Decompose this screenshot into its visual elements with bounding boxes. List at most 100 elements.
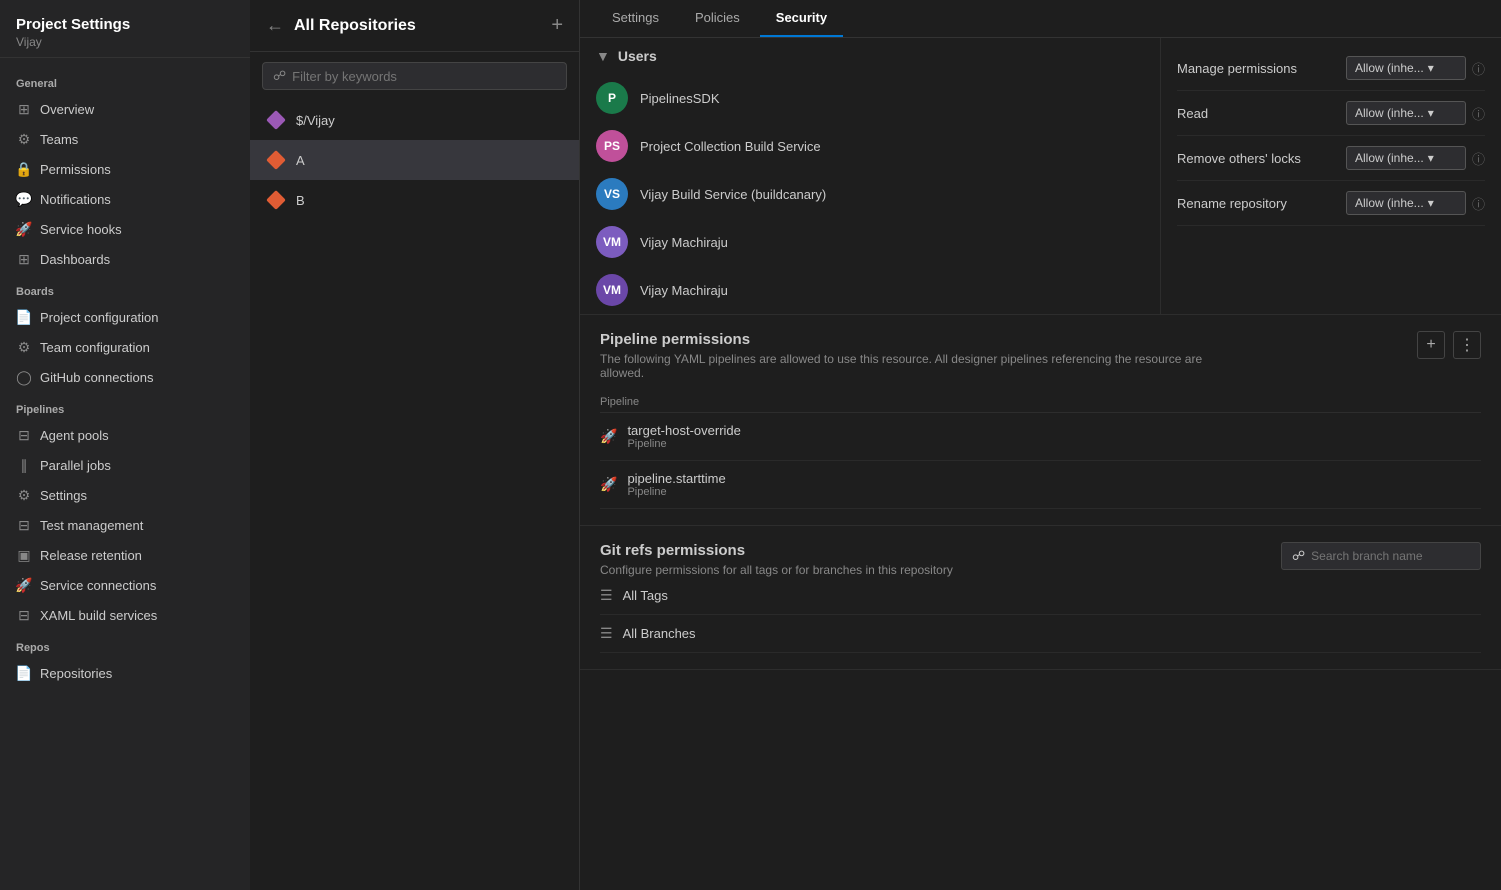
branch-icon: ☰ bbox=[600, 625, 613, 642]
repo-item-b[interactable]: B bbox=[250, 180, 579, 220]
user-row[interactable]: VS Vijay Build Service (buildcanary) bbox=[580, 170, 1160, 218]
branch-row-all-branches[interactable]: ☰ All Branches bbox=[600, 615, 1481, 653]
perm-value: Allow (inhe... bbox=[1355, 151, 1424, 165]
back-button[interactable]: ← bbox=[266, 15, 284, 36]
sidebar-item-permissions[interactable]: 🔒 Permissions bbox=[0, 154, 250, 184]
permissions-column: Manage permissions Allow (inhe... ▾ ⓘ Re… bbox=[1161, 38, 1501, 314]
avatar: VM bbox=[596, 274, 628, 306]
pipeline-name: target-host-override bbox=[627, 423, 740, 438]
sidebar-item-label: Repositories bbox=[40, 666, 112, 681]
perm-select-read[interactable]: Allow (inhe... ▾ bbox=[1346, 101, 1466, 125]
sidebar-item-label: Test management bbox=[40, 518, 143, 533]
info-icon[interactable]: ⓘ bbox=[1472, 59, 1485, 78]
users-label: Users bbox=[618, 48, 657, 64]
perm-value: Allow (inhe... bbox=[1355, 106, 1424, 120]
tag-icon: ☰ bbox=[600, 587, 613, 604]
sidebar-item-label: Overview bbox=[40, 102, 94, 117]
perm-select-remove-locks[interactable]: Allow (inhe... ▾ bbox=[1346, 146, 1466, 170]
repo-icon-b bbox=[266, 190, 286, 210]
hook-icon: 🚀 bbox=[16, 221, 32, 237]
users-list: P PipelinesSDK PS Project Collection Bui… bbox=[580, 74, 1160, 314]
section-label-boards: Boards bbox=[0, 274, 250, 302]
info-icon[interactable]: ⓘ bbox=[1472, 104, 1485, 123]
middle-header: ← All Repositories + bbox=[250, 0, 579, 52]
sidebar-item-label: Permissions bbox=[40, 162, 111, 177]
branch-row-all-tags[interactable]: ☰ All Tags bbox=[600, 577, 1481, 615]
perm-select-wrapper: Allow (inhe... ▾ ⓘ bbox=[1346, 56, 1485, 80]
avatar: VS bbox=[596, 178, 628, 210]
users-header[interactable]: ▼ Users bbox=[580, 38, 1160, 74]
user-row[interactable]: VM Vijay Machiraju bbox=[580, 266, 1160, 314]
perm-label: Read bbox=[1177, 106, 1338, 121]
chevron-down-icon: ▾ bbox=[1428, 196, 1434, 210]
more-options-button[interactable]: ⋮ bbox=[1453, 331, 1481, 359]
git-refs-desc: Configure permissions for all tags or fo… bbox=[600, 563, 953, 577]
sidebar-item-label: Service hooks bbox=[40, 222, 122, 237]
git-refs-section: Git refs permissions Configure permissio… bbox=[580, 526, 1501, 670]
pipeline-row[interactable]: 🚀 target-host-override Pipeline bbox=[600, 413, 1481, 461]
sidebar-item-notifications[interactable]: 💬 Notifications bbox=[0, 184, 250, 214]
users-perms-section: ▼ Users P PipelinesSDK PS Project Collec… bbox=[580, 38, 1501, 315]
info-icon[interactable]: ⓘ bbox=[1472, 194, 1485, 213]
repo-icon-a bbox=[266, 150, 286, 170]
perm-label: Manage permissions bbox=[1177, 61, 1338, 76]
pipeline-info: target-host-override Pipeline bbox=[627, 423, 740, 450]
search-branch-input[interactable] bbox=[1311, 549, 1451, 563]
sidebar-item-agent-pools[interactable]: ⊟ Agent pools bbox=[0, 420, 250, 450]
sidebar-item-label: Parallel jobs bbox=[40, 458, 111, 473]
repo-item-vijay[interactable]: $/Vijay bbox=[250, 100, 579, 140]
sidebar-item-test-mgmt[interactable]: ⊟ Test management bbox=[0, 510, 250, 540]
avatar: VM bbox=[596, 226, 628, 258]
pipeline-type: Pipeline bbox=[627, 486, 725, 498]
pipeline-permissions-desc: The following YAML pipelines are allowed… bbox=[600, 352, 1240, 380]
repo-icon: 📄 bbox=[16, 665, 32, 681]
filter-input[interactable] bbox=[292, 69, 556, 84]
pipeline-row[interactable]: 🚀 pipeline.starttime Pipeline bbox=[600, 461, 1481, 509]
sidebar-item-service-hooks[interactable]: 🚀 Service hooks bbox=[0, 214, 250, 244]
sidebar-item-settings[interactable]: ⚙ Settings bbox=[0, 480, 250, 510]
avatar: P bbox=[596, 82, 628, 114]
sidebar-item-service-connections[interactable]: 🚀 Service connections bbox=[0, 570, 250, 600]
sidebar-item-repositories[interactable]: 📄 Repositories bbox=[0, 658, 250, 688]
sidebar-item-team-config[interactable]: ⚙ Team configuration bbox=[0, 332, 250, 362]
pipeline-icon: 🚀 bbox=[600, 428, 617, 445]
middle-panel: ← All Repositories + ☍ $/Vijay A B bbox=[250, 0, 580, 890]
perm-select-manage[interactable]: Allow (inhe... ▾ bbox=[1346, 56, 1466, 80]
sidebar-header: Project Settings Vijay bbox=[0, 0, 250, 58]
tab-security[interactable]: Security bbox=[760, 0, 843, 37]
search-icon: ☍ bbox=[1292, 548, 1305, 564]
sidebar-item-project-config[interactable]: 📄 Project configuration bbox=[0, 302, 250, 332]
perm-select-rename[interactable]: Allow (inhe... ▾ bbox=[1346, 191, 1466, 215]
pipeline-permissions-title: Pipeline permissions bbox=[600, 331, 1240, 348]
user-row[interactable]: P PipelinesSDK bbox=[580, 74, 1160, 122]
sidebar-item-release-retention[interactable]: ▣ Release retention bbox=[0, 540, 250, 570]
perm-row-manage: Manage permissions Allow (inhe... ▾ ⓘ bbox=[1177, 46, 1485, 91]
sidebar-item-overview[interactable]: ⊞ Overview bbox=[0, 94, 250, 124]
sidebar-item-label: Agent pools bbox=[40, 428, 109, 443]
chevron-down-icon: ▾ bbox=[1428, 61, 1434, 75]
tab-policies[interactable]: Policies bbox=[679, 0, 756, 37]
sidebar-item-parallel-jobs[interactable]: ∥ Parallel jobs bbox=[0, 450, 250, 480]
sidebar-item-teams[interactable]: ⚙ Teams bbox=[0, 124, 250, 154]
git-refs-title-row: Git refs permissions Configure permissio… bbox=[600, 542, 1481, 577]
tab-settings[interactable]: Settings bbox=[596, 0, 675, 37]
pool-icon: ⊟ bbox=[16, 427, 32, 443]
filter-box: ☍ bbox=[262, 62, 567, 90]
repo-item-a[interactable]: A bbox=[250, 140, 579, 180]
sidebar-item-label: Service connections bbox=[40, 578, 156, 593]
add-repo-button[interactable]: + bbox=[551, 14, 563, 37]
sidebar-item-label: Settings bbox=[40, 488, 87, 503]
git-refs-title: Git refs permissions bbox=[600, 542, 953, 559]
user-row[interactable]: PS Project Collection Build Service bbox=[580, 122, 1160, 170]
sidebar-item-label: Dashboards bbox=[40, 252, 110, 267]
sidebar-item-xaml[interactable]: ⊟ XAML build services bbox=[0, 600, 250, 630]
user-row[interactable]: VM Vijay Machiraju bbox=[580, 218, 1160, 266]
add-pipeline-button[interactable]: + bbox=[1417, 331, 1445, 359]
test-icon: ⊟ bbox=[16, 517, 32, 533]
chevron-down-icon: ▼ bbox=[596, 48, 610, 64]
sidebar-item-github[interactable]: ◯ GitHub connections bbox=[0, 362, 250, 392]
filter-icon: ☍ bbox=[273, 68, 286, 84]
pipeline-info: pipeline.starttime Pipeline bbox=[627, 471, 725, 498]
info-icon[interactable]: ⓘ bbox=[1472, 149, 1485, 168]
sidebar-item-dashboards[interactable]: ⊞ Dashboards bbox=[0, 244, 250, 274]
